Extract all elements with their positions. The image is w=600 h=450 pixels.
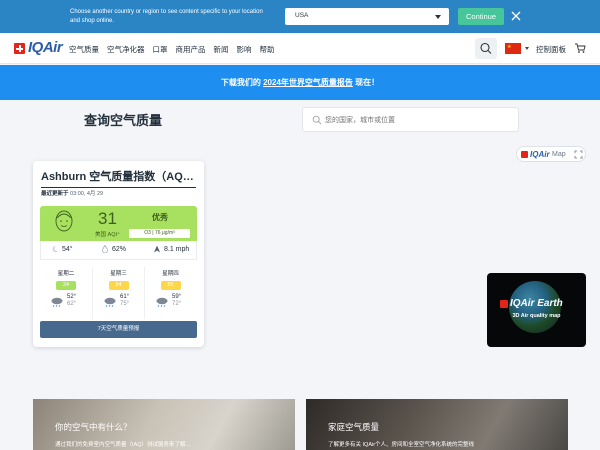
forecast-high: 59° [172, 294, 182, 300]
cart-icon[interactable] [574, 42, 586, 54]
aqi-unit: 美国 AQI⁺ [95, 232, 120, 238]
search-icon [312, 115, 322, 125]
forecast-temps: 59° 72° [172, 294, 181, 308]
dashboard-link[interactable]: 控制面板 [536, 44, 566, 55]
nav-menu: 空气质量 空气净化器 口罩 商用产品 新闻 影响 帮助 [69, 44, 283, 55]
location-search[interactable] [302, 107, 519, 132]
forecast-day: 星期三 54 61° 75° [92, 267, 144, 319]
nav-item-air-purifiers[interactable]: 空气净化器 [107, 44, 145, 55]
forecast-aqi-badge: 55 [160, 281, 181, 290]
banner-prefix: 下载我们的 [220, 78, 264, 87]
swiss-flag-icon [14, 43, 25, 54]
map-button[interactable]: IQAir Map [516, 146, 586, 162]
updated-label: 最近更新于 [41, 191, 69, 197]
aqi-level: 优秀 [152, 213, 168, 222]
promo-indoor-air-test[interactable]: 你的空气中有什么？ 通过我们的免费室内空气质量（IAQ）测试服务来了解... [33, 399, 295, 450]
city-aqi-title[interactable]: Ashburn 空气质量指数（AQI） [41, 168, 196, 188]
forecast-day-label: 星期四 [162, 271, 179, 277]
rain-cloud-icon [104, 297, 116, 308]
main-pollutant: O3 | 76 μg/m³ [129, 229, 190, 238]
weather-wind: 8.1 mph [153, 245, 189, 253]
map-brand: IQAir [530, 149, 550, 159]
swiss-flag-icon [500, 300, 508, 308]
aqi-panel: 31 美国 AQI⁺ 优秀 O3 | 76 μg/m³ [40, 206, 197, 241]
nav-item-masks[interactable]: 口罩 [153, 44, 168, 55]
chevron-down-icon[interactable] [525, 47, 529, 50]
promo-title: 家庭空气质量 [328, 422, 380, 432]
temperature-value: 54° [62, 245, 73, 253]
forecast-day-label: 星期三 [110, 271, 127, 277]
forecast-aqi-badge: 54 [108, 281, 129, 290]
country-dropdown[interactable]: USA [285, 8, 449, 25]
rain-cloud-icon [156, 297, 168, 308]
banner-suffix: 现在！ [352, 78, 380, 87]
seven-day-forecast-button[interactable]: 7天空气质量预报 [40, 321, 197, 338]
aqi-card: Ashburn 空气质量指数（AQI） 最近更新于 03:00, 4月 29 3… [33, 161, 204, 347]
forecast-high: 52° [67, 294, 77, 300]
page-title: 查询空气质量 [84, 113, 163, 128]
promo-description: 了解更多有关 IQAir个人、房间和全室空气净化系统的完整线 [328, 442, 475, 448]
forecast-temps: 52° 62° [67, 294, 76, 308]
aqi-value: 31 [98, 209, 117, 228]
good-face-icon [55, 210, 73, 232]
wind-direction-icon [154, 245, 160, 253]
iqair-logo[interactable]: IQAir [28, 39, 63, 56]
report-banner[interactable]: 下载我们的 2024年世界空气质量报告 现在！ [0, 65, 600, 100]
country-message: Choose another country or region to see … [70, 9, 263, 24]
swiss-flag-icon [521, 151, 528, 158]
china-flag-icon[interactable]: ★ [505, 43, 521, 54]
weather-humidity: 62% [101, 245, 126, 253]
iqair-earth-tile[interactable]: IQAir Earth 3D Air quality map [487, 273, 586, 347]
promo-home-air-quality[interactable]: 家庭空气质量 了解更多有关 IQAir个人、房间和全室空气净化系统的完整线 [306, 399, 568, 450]
main-navigation: IQAir 空气质量 空气净化器 口罩 商用产品 新闻 影响 帮助 ★ 控制面板 [0, 33, 600, 64]
forecast-day: 星期二 24 52° 62° [40, 267, 92, 319]
country-dropdown-value: USA [295, 12, 309, 19]
expand-icon [574, 150, 583, 159]
moon-cloud-icon [52, 245, 58, 252]
banner-report-link[interactable]: 2024年世界空气质量报告 [263, 78, 353, 87]
forecast-day: 星期四 55 59° 72° [144, 267, 196, 319]
forecast-aqi-badge: 24 [56, 281, 76, 290]
close-icon[interactable] [510, 10, 522, 22]
forecast-low: 62° [67, 301, 77, 307]
promo-title: 你的空气中有什么？ [55, 422, 132, 432]
nav-item-air-quality[interactable]: 空气质量 [69, 44, 99, 55]
continue-button[interactable]: Continue [458, 8, 504, 25]
earth-subtitle: 3D Air quality map [512, 313, 561, 319]
nav-item-news[interactable]: 新闻 [214, 44, 229, 55]
humidity-icon [102, 245, 108, 253]
search-icon [480, 42, 492, 54]
last-updated: 最近更新于 03:00, 4月 29 [41, 189, 103, 197]
forecast-temps: 61° 75° [120, 294, 129, 308]
nav-search-button[interactable] [475, 38, 497, 59]
wind-value: 8.1 mph [164, 245, 190, 253]
promo-description: 通过我们的免费室内空气质量（IAQ）测试服务来了解... [55, 442, 191, 448]
forecast-day-label: 星期二 [57, 271, 75, 277]
forecast-strip: 星期二 24 52° 62° 星期三 54 61° 75° 星期四 55 59° 72… [40, 267, 197, 319]
nav-item-help[interactable]: 帮助 [260, 44, 275, 55]
forecast-high: 61° [120, 294, 130, 300]
search-input[interactable] [325, 113, 510, 127]
chevron-down-icon [435, 15, 441, 19]
updated-value: 03:00, 4月 29 [68, 191, 104, 197]
humidity-value: 62% [112, 245, 127, 253]
nav-item-commercial[interactable]: 商用产品 [176, 44, 206, 55]
forecast-low: 75° [120, 301, 130, 307]
rain-cloud-icon [51, 297, 63, 308]
forecast-low: 72° [172, 301, 182, 307]
weather-row: 54° 62% 8.1 mph [40, 241, 197, 260]
map-label: Map [552, 150, 566, 158]
earth-brand: IQAir Earth [510, 298, 563, 309]
weather-temp: 54° [51, 245, 73, 253]
nav-item-impact[interactable]: 影响 [237, 44, 252, 55]
country-selector-bar: Choose another country or region to see … [0, 0, 600, 33]
